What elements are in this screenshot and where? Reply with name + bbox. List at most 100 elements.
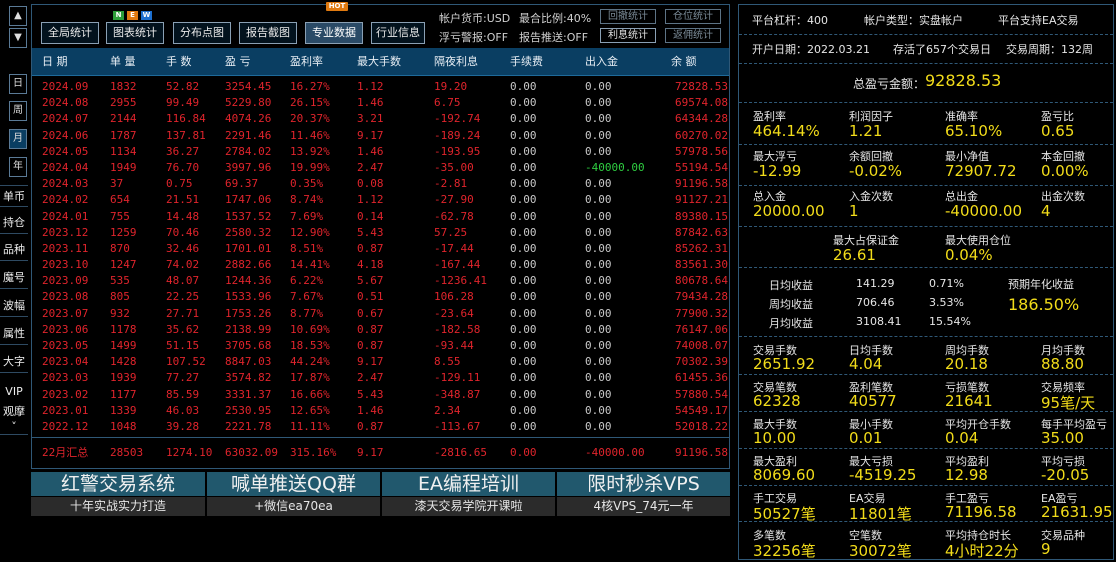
column-header-max-lots[interactable]: 最大手数 — [357, 48, 401, 76]
ad-ea-training-sub[interactable]: 漆天交易学院开课啦 — [382, 497, 555, 516]
interest-stats-button[interactable]: 利息统计 — [600, 28, 656, 43]
table-row[interactable]: 2024.01 755 14.48 1537.52 7.69% 0.14 -62.78 0.0… — [32, 209, 729, 225]
drawdown-stats-button[interactable]: 回撤统计 — [600, 9, 656, 24]
ad-ea-training[interactable]: EA编程培训 — [382, 472, 555, 496]
report-screenshot-button[interactable]: 报告截图 — [239, 22, 297, 44]
ad-trading-system-sub[interactable]: 十年实战实力打造 — [31, 497, 205, 516]
period-month-button[interactable]: 月 — [9, 129, 27, 149]
cell-date: 2024.08 — [42, 96, 89, 110]
cell-orders: 1048 — [110, 419, 137, 433]
ad-qq-group-sub[interactable]: +微信ea70ea — [207, 497, 380, 516]
table-row[interactable]: 2022.12 1048 39.28 2221.78 11.11% 0.87 -113.67… — [32, 419, 729, 435]
scroll-up-button[interactable]: ▲ — [9, 6, 27, 26]
table-row[interactable]: 2024.07 2144 116.84 4074.26 20.37% 3.21 -192.7… — [32, 111, 729, 127]
industry-info-button[interactable]: 行业信息 — [371, 22, 425, 44]
table-row[interactable]: 2024.08 2955 99.49 5229.80 26.15% 1.46 6.75 0.0… — [32, 95, 729, 111]
position-stats-button[interactable]: 仓位统计 — [665, 9, 721, 24]
cell-lots: 32.46 — [166, 241, 200, 255]
side-symbols[interactable]: 品种 — [0, 239, 28, 261]
side-attributes[interactable]: 属性 — [0, 323, 28, 345]
summary-deposit: -40000.00 — [585, 446, 645, 459]
summary-max-lots: 9.17 — [357, 446, 384, 459]
metric-value: 88.80 — [1041, 355, 1084, 373]
summary-divider — [32, 437, 729, 438]
ad-vps[interactable]: 限时秒杀VPS — [557, 472, 730, 496]
column-header-lots[interactable]: 手 数 — [166, 48, 192, 76]
cell-profit: 2882.66 — [225, 258, 272, 272]
table-row[interactable]: 2024.04 1949 76.70 3997.96 19.99% 2.47 -35.00 0… — [32, 160, 729, 176]
metric-value: 8069.60 — [753, 466, 816, 484]
cell-lots: 51.15 — [166, 339, 200, 352]
side-single-currency[interactable]: 单币 — [0, 185, 28, 207]
period-week-button[interactable]: 周 — [9, 101, 27, 121]
cell-balance: 74008.07 — [675, 339, 728, 352]
side-large-font[interactable]: 大字 — [0, 351, 28, 373]
table-row[interactable]: 2024.03 37 0.75 69.37 0.35% 0.08 -2.81 0.00 0.00… — [32, 176, 729, 192]
table-row[interactable]: 2023.09 535 48.07 1244.36 6.22% 5.67 -1236.41 0… — [32, 273, 729, 289]
cell-commission: 0.00 — [510, 387, 537, 401]
ad-qq-group[interactable]: 喊单推送QQ群 — [207, 472, 380, 496]
average-return-cell: 月均收益 — [769, 317, 813, 330]
distribution-button[interactable]: 分布点图 — [173, 22, 231, 44]
table-row[interactable]: 2023.10 1247 74.02 2882.66 14.41% 4.18 -167.44… — [32, 257, 729, 273]
metric-value: 2651.92 — [753, 355, 816, 373]
rebate-stats-button[interactable]: 返佣统计 — [665, 28, 721, 43]
cell-date: 2023.02 — [42, 387, 89, 401]
ad-trading-system[interactable]: 红警交易系统 — [31, 472, 205, 496]
account-type: 帐户类型：实盘帐户 — [864, 14, 963, 27]
scroll-down-button[interactable]: ▼ — [9, 28, 27, 48]
period-year-button[interactable]: 年 — [9, 157, 27, 177]
column-header-swap[interactable]: 隔夜利息 — [434, 48, 478, 76]
table-row[interactable]: 2023.01 1339 46.03 2530.95 12.65% 1.46 2.34 0.0… — [32, 403, 729, 419]
table-row[interactable]: 2023.12 1259 70.46 2580.32 12.90% 5.43 57.25 0.… — [32, 225, 729, 241]
table-row[interactable]: 2023.02 1177 85.59 3331.37 16.66% 5.43 -348.87… — [32, 387, 729, 403]
table-row[interactable]: 2023.04 1428 107.52 8847.03 44.24% 9.17 8.55 0.… — [32, 354, 729, 370]
cell-orders: 1178 — [110, 322, 137, 336]
metric-value: -40000.00 — [945, 202, 1022, 220]
cell-profit: 8847.03 — [225, 355, 272, 369]
table-row[interactable]: 2023.05 1499 51.15 3705.68 18.53% 0.87 -93.44 0… — [32, 338, 729, 354]
column-header-balance[interactable]: 余 额 — [671, 48, 697, 76]
cell-date: 2024.02 — [42, 193, 89, 207]
cell-deposit: 0.00 — [585, 80, 612, 93]
cell-profit: 2291.46 — [225, 128, 272, 142]
table-row[interactable]: 2023.03 1939 77.27 3574.82 17.87% 2.47 -129.11… — [32, 370, 729, 386]
cell-max-lots: 5.43 — [357, 387, 384, 401]
table-row[interactable]: 2024.02 654 21.51 1747.06 8.74% 1.12 -27.90 0.0… — [32, 192, 729, 208]
cell-max-lots: 1.46 — [357, 144, 384, 158]
column-header-deposit[interactable]: 出入金 — [585, 48, 618, 76]
column-header-profit-rate[interactable]: 盈利率 — [290, 48, 323, 76]
ad-vps-sub[interactable]: 4核VPS_74元一年 — [557, 497, 730, 516]
cell-deposit: 0.00 — [585, 128, 612, 142]
side-positions[interactable]: 持仓 — [0, 212, 28, 234]
column-header-commission[interactable]: 手续费 — [510, 48, 543, 76]
annual-return-label: 预期年化收益 — [1008, 278, 1074, 291]
pro-data-button[interactable]: 专业数据 — [305, 22, 363, 44]
summary-date: 22月汇总 — [42, 446, 89, 459]
side-more-chevron-icon[interactable]: ˅ — [0, 421, 28, 435]
cell-swap: 106.28 — [434, 290, 474, 304]
cell-balance: 91127.21 — [675, 193, 728, 207]
chart-stats-button[interactable]: 图表统计 — [106, 22, 164, 44]
table-row[interactable]: 2023.08 805 22.25 1533.96 7.67% 0.51 106.28 0.0… — [32, 289, 729, 305]
table-row[interactable]: 2023.07 932 27.71 1753.26 8.77% 0.67 -23.64 0.0… — [32, 306, 729, 322]
side-volatility[interactable]: 波幅 — [0, 295, 28, 317]
cell-lots: 46.03 — [166, 403, 200, 417]
cell-balance: 83561.30 — [675, 258, 728, 272]
column-header-profit[interactable]: 盈 亏 — [225, 48, 251, 76]
cell-swap: -35.00 — [434, 160, 474, 174]
metric-value: 35.00 — [1041, 429, 1084, 447]
period-day-button[interactable]: 日 — [9, 74, 27, 94]
global-stats-button[interactable]: 全局统计 — [41, 22, 99, 44]
side-magic[interactable]: 魔号 — [0, 267, 28, 289]
table-row[interactable]: 2024.06 1787 137.81 2291.46 11.46% 9.17 -189.2… — [32, 128, 729, 144]
side-vip[interactable]: VIP — [0, 381, 28, 403]
cell-commission: 0.00 — [510, 80, 537, 93]
table-row[interactable]: 2024.05 1134 36.27 2784.02 13.92% 1.46 -193.95… — [32, 144, 729, 160]
column-header-orders[interactable]: 单 量 — [110, 48, 136, 76]
column-header-date[interactable]: 日 期 — [42, 48, 68, 76]
table-row[interactable]: 2024.09 1832 52.82 3254.45 16.27% 1.12 19.20 0.… — [32, 79, 729, 95]
table-row[interactable]: 2023.11 870 32.46 1701.01 8.51% 0.87 -17.44 0.0… — [32, 241, 729, 257]
average-return-cell: 3108.41 — [856, 315, 902, 328]
table-row[interactable]: 2023.06 1178 35.62 2138.99 10.69% 0.87 -182.58… — [32, 322, 729, 338]
